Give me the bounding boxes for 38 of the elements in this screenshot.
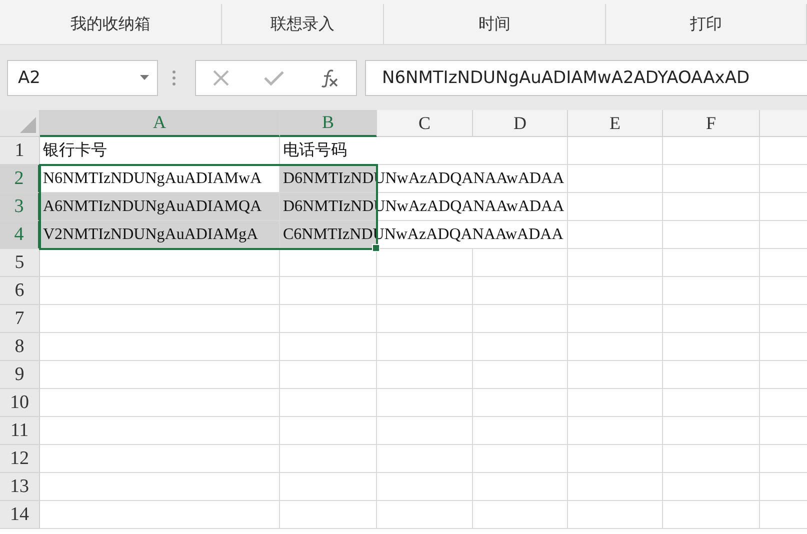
row-header[interactable]: 11	[0, 417, 40, 445]
column-header[interactable]: A	[40, 110, 280, 137]
row-header[interactable]: 7	[0, 305, 40, 333]
function-icon[interactable]	[318, 68, 339, 88]
ribbon-group-label: 我的收纳箱	[70, 14, 150, 34]
row-header[interactable]: 10	[0, 389, 40, 417]
table-cell: A6NMTIzNDUNgAuADIAMQA	[40, 193, 280, 221]
row-header[interactable]: 14	[0, 501, 40, 529]
row-header[interactable]: 6	[0, 277, 40, 305]
column-header[interactable]: E	[568, 110, 663, 137]
column-header[interactable]: D	[473, 110, 568, 137]
row-header[interactable]: 8	[0, 333, 40, 361]
checkmark-icon[interactable]	[264, 70, 284, 86]
row-header[interactable]: 4	[0, 221, 40, 249]
ribbon-group-label: 打印	[690, 14, 722, 34]
ribbon-group-label: 联想录入	[270, 14, 334, 34]
row-header[interactable]: 5	[0, 249, 40, 277]
row-header[interactable]: 1	[0, 137, 40, 165]
row-header[interactable]: 12	[0, 445, 40, 473]
table-cell: V2NMTIzNDUNgAuADIAMgA	[40, 221, 280, 249]
formula-field[interactable]: N6NMTIzNDUNgAuADIAMwA2ADYAOAAxAD	[365, 60, 807, 96]
table-cell: 银行卡号	[40, 137, 280, 165]
column-header[interactable]	[760, 110, 807, 137]
column-header[interactable]: F	[663, 110, 760, 137]
drag-handle-icon[interactable]	[172, 70, 176, 86]
cancel-icon[interactable]	[213, 70, 230, 86]
row-header[interactable]: 9	[0, 361, 40, 389]
column-header[interactable]: C	[377, 110, 473, 137]
row-header[interactable]: 2	[0, 165, 40, 193]
column-header[interactable]: B	[280, 110, 377, 137]
ribbon-group-label: 时间	[478, 14, 510, 34]
name-box[interactable]: A2	[7, 60, 158, 96]
dropdown-caret-icon	[140, 75, 149, 80]
row-header[interactable]: 3	[0, 193, 40, 221]
table-cell: N6NMTIzNDUNgAuADIAMwA	[40, 165, 280, 193]
fill-handle[interactable]	[372, 244, 380, 252]
select-all-triangle-icon[interactable]	[20, 117, 36, 133]
row-header[interactable]: 13	[0, 473, 40, 501]
